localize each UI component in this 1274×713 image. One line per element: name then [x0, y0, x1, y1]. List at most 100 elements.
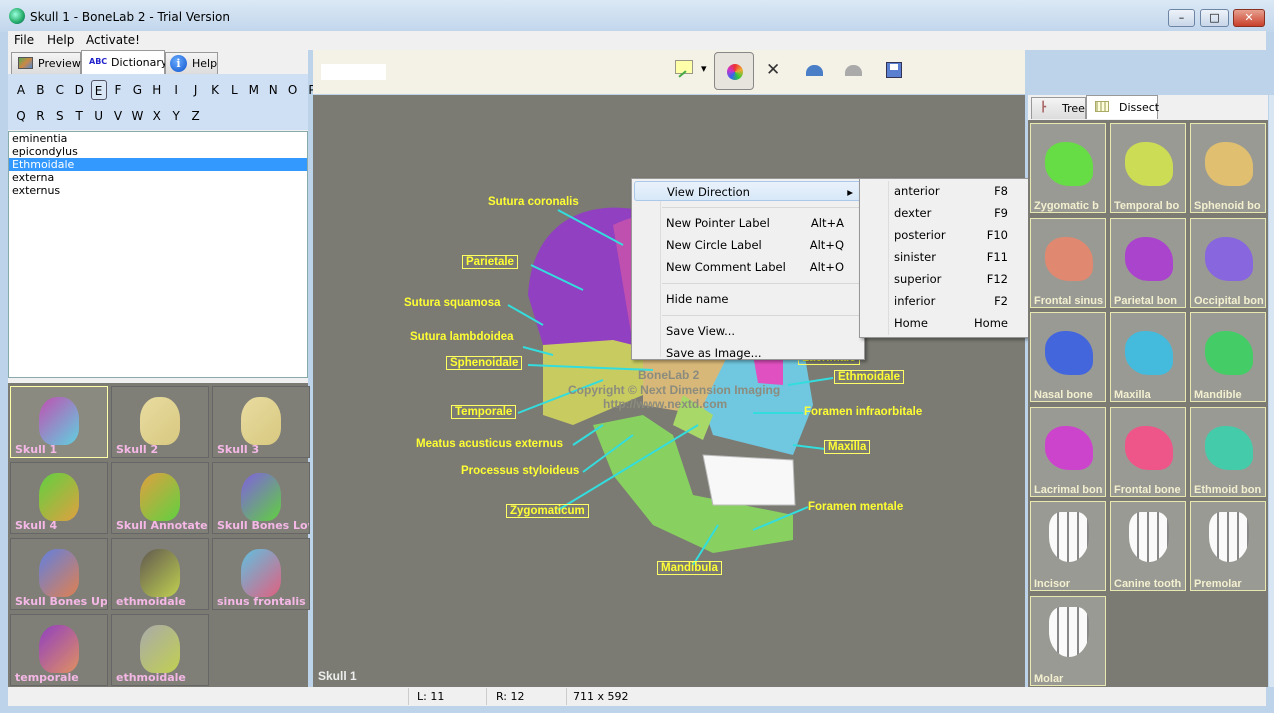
letter-q[interactable]: Q [13, 106, 29, 126]
model-thumbnail[interactable]: Skull Bones Upp [10, 538, 108, 610]
scrollbar[interactable] [1269, 95, 1274, 687]
model-thumbnail[interactable]: Skull 1 [10, 386, 108, 458]
letter-k[interactable]: K [207, 80, 223, 100]
save-icon[interactable] [886, 62, 902, 78]
dictionary-list[interactable]: eminentia epicondylus Ethmoidale externa ext… [8, 131, 308, 378]
dissect-item[interactable]: Parietal bon [1110, 217, 1186, 308]
undo-icon[interactable] [806, 65, 823, 76]
dictionary-item[interactable]: externus [9, 184, 307, 197]
context-menu-item[interactable]: Save as Image... [634, 343, 862, 363]
context-menu-item[interactable]: Save View... [634, 321, 862, 341]
context-menu-item[interactable]: New Comment Label Alt+O [634, 257, 862, 277]
letter-o[interactable]: O [285, 80, 301, 100]
dissect-item[interactable]: Incisor [1030, 501, 1106, 591]
label-text-input[interactable] [321, 64, 386, 80]
dissect-item[interactable]: Frontal bone [1110, 406, 1186, 497]
anatomy-label[interactable]: Processus styloideus [461, 465, 579, 477]
letter-l[interactable]: L [226, 80, 242, 100]
model-thumbnail[interactable]: Skull Annotated [111, 462, 209, 534]
model-thumbnail[interactable]: temporale [10, 614, 108, 686]
letter-u[interactable]: U [91, 106, 107, 126]
dictionary-item[interactable]: eminentia [9, 132, 307, 145]
model-thumbnail[interactable]: ethmoidale [111, 538, 209, 610]
anatomy-label[interactable]: Foramen infraorbitale [804, 406, 922, 418]
model-thumbnail[interactable]: sinus frontalis [212, 538, 310, 610]
dissect-item[interactable]: Mandible [1190, 312, 1266, 402]
model-thumbnail[interactable]: Skull Bones Low [212, 462, 310, 534]
view-direction-item[interactable]: sinister F11 [862, 247, 1026, 267]
anatomy-label[interactable]: Sutura squamosa [404, 297, 501, 309]
model-thumbnail[interactable]: ethmoidale [111, 614, 209, 686]
letter-y[interactable]: Y [168, 106, 184, 126]
tab-preview[interactable]: Preview [11, 52, 81, 74]
letter-w[interactable]: W [129, 106, 145, 126]
tab-help[interactable]: i Help [165, 52, 218, 74]
context-menu-item[interactable]: View Direction ▸ [634, 181, 862, 201]
anatomy-label[interactable]: Sutura coronalis [488, 196, 579, 208]
redo-icon[interactable] [845, 65, 862, 76]
anatomy-label[interactable]: Foramen mentale [808, 501, 903, 513]
letter-b[interactable]: B [32, 80, 48, 100]
dissect-item[interactable]: Nasal bone [1030, 312, 1106, 402]
context-menu-item[interactable]: New Circle Label Alt+Q [634, 235, 862, 255]
anatomy-label[interactable]: Mandibula [657, 561, 722, 575]
menu-activate[interactable]: Activate! [86, 33, 140, 47]
anatomy-label[interactable]: Temporale [451, 405, 517, 419]
view-direction-item[interactable]: superior F12 [862, 269, 1026, 289]
letter-s[interactable]: S [52, 106, 68, 126]
letter-x[interactable]: X [149, 106, 165, 126]
letter-f[interactable]: F [110, 80, 126, 100]
menu-file[interactable]: File [14, 33, 34, 47]
letter-n[interactable]: N [265, 80, 281, 100]
letter-i[interactable]: I [168, 80, 184, 100]
delete-icon[interactable]: ✕ [766, 60, 780, 80]
model-thumbnail[interactable]: Skull 2 [111, 386, 209, 458]
dictionary-item[interactable]: externa [9, 171, 307, 184]
view-direction-item[interactable]: inferior F2 [862, 291, 1026, 311]
anatomy-label[interactable]: Sphenoidale [446, 356, 523, 370]
letter-t[interactable]: T [71, 106, 87, 126]
dissect-item[interactable]: Lacrimal bon [1030, 406, 1106, 497]
view-direction-item[interactable]: dexter F9 [862, 203, 1026, 223]
color-palette-button[interactable] [714, 52, 754, 90]
letter-m[interactable]: M [246, 80, 262, 100]
model-thumbnail[interactable]: Skull 3 [212, 386, 310, 458]
dissect-item[interactable]: Canine tooth [1110, 501, 1186, 591]
dropdown-arrow-icon[interactable]: ▾ [701, 62, 707, 75]
letter-d[interactable]: D [71, 80, 87, 100]
dissect-item[interactable]: Occipital bon [1190, 217, 1266, 308]
anatomy-label[interactable]: Zygomaticum [506, 504, 589, 518]
anatomy-label[interactable]: Parietale [462, 255, 518, 269]
anatomy-label[interactable]: Sutura lambdoidea [410, 331, 514, 343]
letter-h[interactable]: H [149, 80, 165, 100]
dissect-item[interactable]: Maxilla [1110, 312, 1186, 402]
letter-e[interactable]: E [90, 80, 107, 100]
letter-v[interactable]: V [110, 106, 126, 126]
letter-a[interactable]: A [13, 80, 29, 100]
dissect-item[interactable]: Temporal bo [1110, 123, 1186, 213]
letter-j[interactable]: J [188, 80, 204, 100]
dissect-item[interactable]: Molar [1030, 595, 1106, 686]
dictionary-item[interactable]: Ethmoidale [9, 158, 307, 171]
tab-dictionary[interactable]: ABC Dictionary [81, 50, 167, 74]
letter-c[interactable]: C [52, 80, 68, 100]
menu-help[interactable]: Help [47, 33, 74, 47]
dissect-item[interactable]: Frontal sinus [1030, 217, 1106, 308]
dissect-item[interactable]: Sphenoid bo [1190, 123, 1266, 213]
pointer-label-icon[interactable] [675, 60, 693, 78]
minimize-button[interactable]: – [1168, 9, 1195, 27]
dictionary-item[interactable]: epicondylus [9, 145, 307, 158]
letter-z[interactable]: Z [188, 106, 204, 126]
tab-tree[interactable]: ┣ Tree [1031, 97, 1086, 119]
letter-g[interactable]: G [129, 80, 145, 100]
context-menu-item[interactable]: New Pointer Label Alt+A [634, 213, 862, 233]
view-direction-item[interactable]: Home Home [862, 313, 1026, 333]
close-button[interactable]: ✕ [1233, 9, 1265, 27]
tab-dissect[interactable]: Dissect [1086, 95, 1159, 119]
maximize-button[interactable]: □ [1200, 9, 1229, 27]
anatomy-label[interactable]: Ethmoidale [834, 370, 904, 384]
dissect-item[interactable]: Zygomatic b [1030, 123, 1106, 213]
letter-r[interactable]: R [32, 106, 48, 126]
anatomy-label[interactable]: Meatus acusticus externus [416, 438, 563, 450]
dissect-item[interactable]: Premolar [1190, 501, 1266, 591]
